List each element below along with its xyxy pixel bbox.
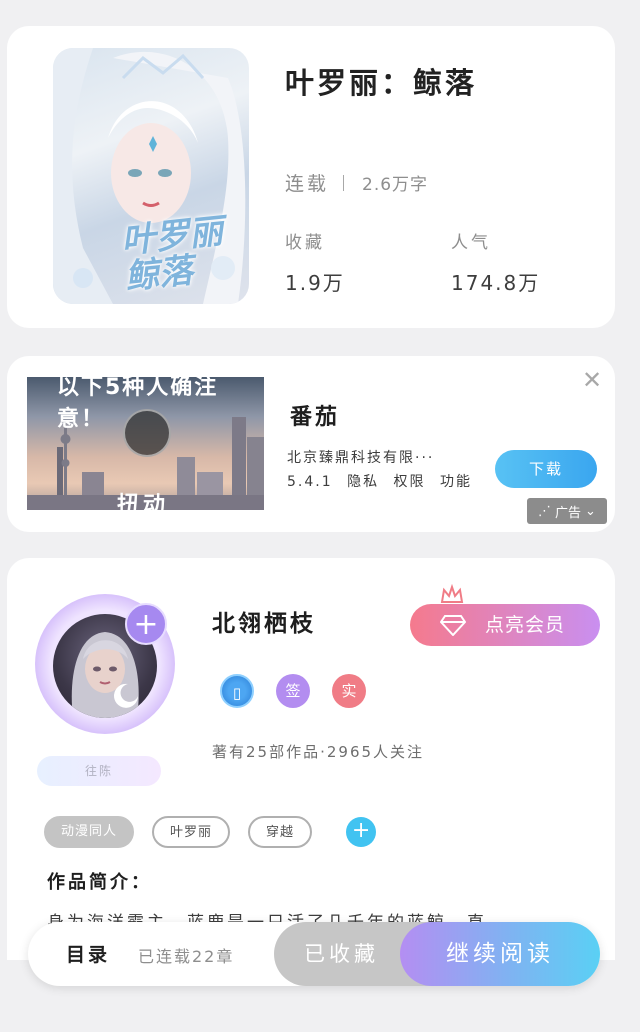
add-tag-button[interactable]: + xyxy=(346,817,377,847)
ad-functions-link[interactable]: 功能 xyxy=(440,474,472,490)
book-tags: 动漫同人 叶罗丽 穿越 + xyxy=(44,816,377,848)
book-info-card: 叶罗丽鲸落 叶罗丽：鲸落 连载 2.6万字 收藏 1.9万 人气 174.8万 xyxy=(7,26,615,328)
author-stats: 著有25部作品·2965人关注 xyxy=(212,743,425,761)
ad-badge-label: 广告 xyxy=(555,505,582,521)
popularity-value: 174.8万 xyxy=(451,271,541,295)
ad-company: 北京臻鼎科技有限··· xyxy=(287,450,435,466)
ad-meta-row: 5.4.1 隐私 权限 功能 xyxy=(287,471,480,491)
tag-anime-fanfic[interactable]: 动漫同人 xyxy=(44,816,135,848)
play-icon[interactable] xyxy=(123,409,171,457)
author-name[interactable]: 北翎栖枝 xyxy=(212,604,316,638)
tag-yeluoli[interactable]: 叶罗丽 xyxy=(152,816,231,848)
intro-heading: 作品简介： xyxy=(47,872,152,893)
tag-time-travel[interactable]: 穿越 xyxy=(248,816,313,848)
ad-app-name: 番茄 xyxy=(290,405,341,430)
bottom-action-bar: 目录 已连载22章 已收藏 继续阅读 xyxy=(28,922,600,986)
word-count: 2.6万字 xyxy=(362,175,429,195)
real-name-badge[interactable]: 实 xyxy=(332,674,366,708)
ad-video-caption-bottom: 扭动 xyxy=(117,493,170,510)
follow-author-button[interactable]: + xyxy=(125,603,167,645)
diamond-icon xyxy=(440,615,466,636)
author-title-tag: 往陈 xyxy=(37,756,161,786)
crown-icon xyxy=(440,584,464,603)
popularity-label: 人气 xyxy=(451,233,491,253)
ad-privacy-link[interactable]: 隐私 xyxy=(347,474,379,490)
cover-art-title: 叶罗丽鲸落 xyxy=(119,211,225,298)
download-button[interactable]: 下载 xyxy=(495,450,597,488)
ad-logo-icon: ⋰ xyxy=(538,503,552,519)
popularity-stat: 人气 174.8万 xyxy=(451,228,540,296)
phone-verified-icon[interactable]: ▯ xyxy=(220,674,254,708)
activate-vip-button[interactable]: 点亮会员 xyxy=(410,604,600,646)
table-of-contents-button[interactable]: 目录 xyxy=(66,940,110,967)
favorites-value: 1.9万 xyxy=(285,271,345,295)
continue-reading-button[interactable]: 继续阅读 xyxy=(400,922,600,986)
book-cover-image[interactable]: 叶罗丽鲸落 xyxy=(53,48,249,304)
signed-author-badge[interactable]: 签 xyxy=(276,674,310,708)
chapter-count[interactable]: 已连载22章 xyxy=(138,943,234,967)
book-status-row: 连载 2.6万字 xyxy=(285,169,428,196)
status-divider xyxy=(343,174,345,191)
author-badges: ▯ 签 实 xyxy=(220,674,366,708)
ad-card[interactable]: 以下5种人确注意！ 扭动 番茄 北京臻鼎科技有限··· 5.4.1 隐私 权限 … xyxy=(7,356,615,532)
ad-badge[interactable]: ⋰ 广告 ⌄ xyxy=(527,498,607,524)
book-title: 叶罗丽：鲸落 xyxy=(285,66,478,100)
favorites-stat: 收藏 1.9万 xyxy=(285,228,345,296)
ad-permissions-link[interactable]: 权限 xyxy=(394,474,426,490)
serial-status: 连载 xyxy=(285,173,330,195)
favorites-label: 收藏 xyxy=(285,233,325,253)
chevron-down-icon: ⌄ xyxy=(585,503,596,519)
ad-video-thumbnail[interactable]: 以下5种人确注意！ 扭动 xyxy=(27,377,264,510)
ad-version: 5.4.1 xyxy=(287,474,333,490)
close-icon[interactable]: ✕ xyxy=(580,368,604,392)
vip-button-label: 点亮会员 xyxy=(485,614,566,636)
